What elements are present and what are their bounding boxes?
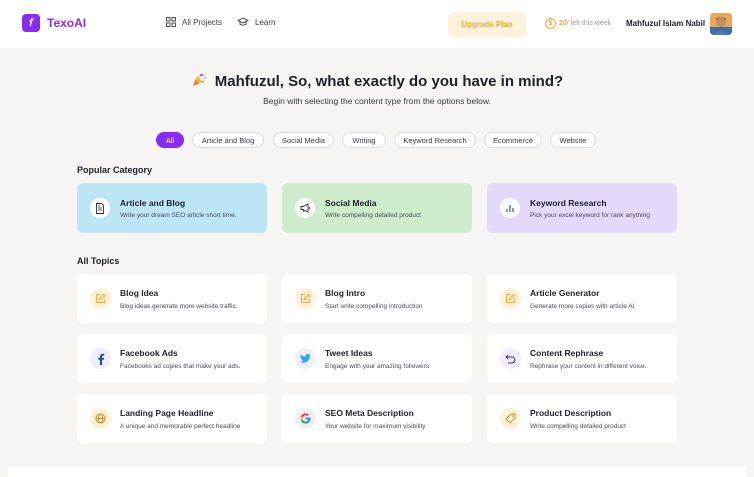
filter-chip-all[interactable]: All bbox=[156, 132, 184, 148]
popular-card-desc: Pick your excel keyword for rank anythin… bbox=[530, 212, 650, 219]
topic-card-title: Blog Intro bbox=[325, 288, 366, 298]
popular-card-title: Keyword Research bbox=[530, 198, 607, 208]
filter-chip-writing[interactable]: Writing bbox=[342, 132, 386, 148]
topic-card-title: Tweet Ideas bbox=[325, 348, 373, 358]
nav-all-projects[interactable]: All Projects bbox=[166, 17, 222, 27]
topic-card-landing-page-headline[interactable]: Landing Page Headline A unique and memor… bbox=[77, 394, 267, 443]
topic-card-desc: Facebooks ad copies that make your ads. bbox=[120, 363, 241, 370]
page-subtitle: Begin with selecting the content type fr… bbox=[263, 96, 491, 106]
topic-card-title: Landing Page Headline bbox=[120, 408, 214, 418]
credits-suffix: / left this week bbox=[566, 20, 612, 27]
topic-card-title: Article Generator bbox=[530, 288, 600, 298]
topic-card-desc: Your website for maximum visibility bbox=[325, 423, 426, 430]
topic-card-content-rephrase[interactable]: Content Rephrase Rephrase your content i… bbox=[487, 334, 677, 383]
document-icon bbox=[90, 198, 110, 218]
avatar[interactable] bbox=[710, 13, 732, 35]
facebook-icon bbox=[90, 348, 111, 369]
page-title: Mahfuzul, So, what exactly do you have i… bbox=[0, 72, 754, 92]
popular-card-desc: Write your dream SEO article short time. bbox=[120, 212, 237, 219]
top-bar: f TexoAI All Projects Learn Upgrade Plan… bbox=[0, 0, 754, 48]
popular-card-title: Social Media bbox=[325, 198, 377, 208]
topic-card-product-description[interactable]: Product Description Write compelling det… bbox=[487, 394, 677, 443]
logo-mark-icon: f bbox=[22, 14, 40, 32]
filter-chip-ecommerce[interactable]: Ecommerce bbox=[484, 132, 542, 148]
filter-chip-article-and-blog[interactable]: Article and Blog bbox=[192, 132, 264, 148]
topic-card-desc: Generate more copies with article AI bbox=[530, 303, 635, 310]
popular-card-desc: Write compelling detailed product bbox=[325, 212, 421, 219]
filter-chip-website[interactable]: Website bbox=[550, 132, 596, 148]
topic-card-desc: Rephrase your content in different voice… bbox=[530, 363, 647, 370]
google-icon bbox=[295, 408, 316, 429]
topic-card-title: Content Rephrase bbox=[530, 348, 604, 358]
popular-card-social-media[interactable]: Social Media Write compelling detailed p… bbox=[282, 183, 472, 233]
topic-card-title: Product Description bbox=[530, 408, 612, 418]
credits-indicator: $ 20 / left this week bbox=[545, 18, 611, 29]
topic-card-desc: Write compelling detailed product bbox=[530, 423, 626, 430]
app-logo[interactable]: f TexoAI bbox=[22, 14, 86, 32]
topic-card-desc: Engage with your amazing followers bbox=[325, 363, 430, 370]
popular-category-heading: Popular Category bbox=[77, 165, 153, 175]
coin-icon: $ bbox=[545, 18, 556, 29]
topic-card-desc: Blog ideas generate more website traffic… bbox=[120, 303, 238, 310]
popular-card-keyword-research[interactable]: Keyword Research Pick your excel keyword… bbox=[487, 183, 677, 233]
topic-card-title: Facebook Ads bbox=[120, 348, 178, 358]
globe-icon bbox=[90, 408, 111, 429]
popular-card-title: Article and Blog bbox=[120, 198, 186, 208]
topic-card-blog-idea[interactable]: Blog Idea Blog ideas generate more websi… bbox=[77, 274, 267, 323]
category-filters: All Article and Blog Social Media Writin… bbox=[0, 132, 754, 148]
popular-card-article-and-blog[interactable]: Article and Blog Write your dream SEO ar… bbox=[77, 183, 267, 233]
party-popper-icon bbox=[191, 72, 207, 92]
upgrade-plan-button[interactable]: Upgrade Plan bbox=[448, 12, 526, 37]
topic-card-tweet-ideas[interactable]: Tweet Ideas Engage with your amazing fol… bbox=[282, 334, 472, 383]
nav-learn-label: Learn bbox=[255, 17, 276, 27]
nav-all-projects-label: All Projects bbox=[182, 17, 223, 27]
topic-card-article-generator[interactable]: Article Generator Generate more copies w… bbox=[487, 274, 677, 323]
edit-icon bbox=[295, 288, 316, 309]
topic-card-title: SEO Meta Description bbox=[325, 408, 414, 418]
edit-icon bbox=[90, 288, 111, 309]
grid-icon bbox=[166, 17, 176, 27]
edit-icon bbox=[500, 288, 521, 309]
graduation-cap-icon bbox=[237, 17, 249, 26]
filter-chip-keyword-research[interactable]: Keyword Research bbox=[394, 132, 476, 148]
topic-card-title: Blog Idea bbox=[120, 288, 159, 298]
topic-card-seo-meta-description[interactable]: SEO Meta Description Your website for ma… bbox=[282, 394, 472, 443]
undo-icon bbox=[500, 348, 521, 369]
topic-card-desc: A unique and memorable perfect headline bbox=[120, 423, 241, 430]
megaphone-icon bbox=[295, 198, 315, 218]
page-title-text: Mahfuzul, So, what exactly do you have i… bbox=[214, 73, 564, 90]
twitter-icon bbox=[295, 348, 316, 369]
topic-card-desc: Start write compelling introduction bbox=[325, 303, 423, 310]
tag-icon bbox=[500, 408, 521, 429]
all-topics-heading: All Topics bbox=[77, 256, 120, 266]
credits-count: 20 bbox=[559, 20, 567, 27]
user-name[interactable]: Mahfuzul Islam Nabil bbox=[626, 19, 705, 28]
bottom-band bbox=[8, 467, 746, 477]
topic-card-facebook-ads[interactable]: Facebook Ads Facebooks ad copies that ma… bbox=[77, 334, 267, 383]
topic-card-blog-intro[interactable]: Blog Intro Start write compelling introd… bbox=[282, 274, 472, 323]
bar-chart-icon bbox=[500, 198, 520, 218]
app-name: TexoAI bbox=[47, 16, 87, 30]
filter-chip-social-media[interactable]: Social Media bbox=[273, 132, 334, 148]
nav-learn[interactable]: Learn bbox=[237, 17, 275, 27]
